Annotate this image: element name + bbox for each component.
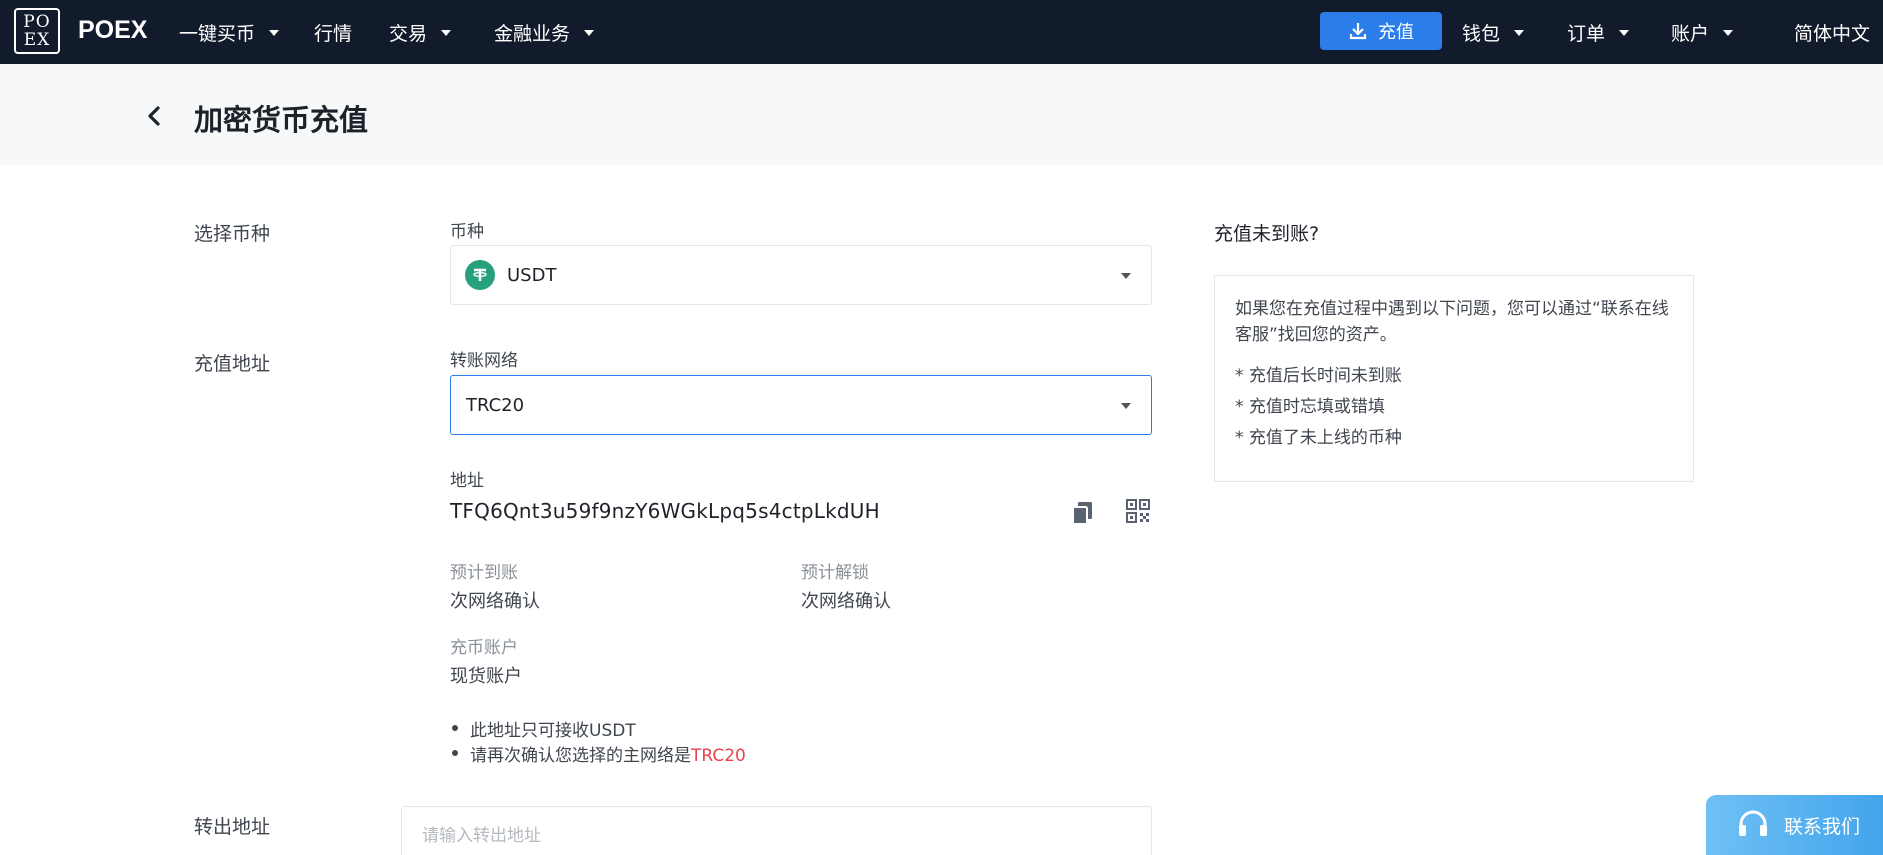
chevron-down-icon xyxy=(269,29,280,36)
deposit-address-value: TFQ6Qnt3u59f9nzY6WGkLpq5s4ctpLkdUH xyxy=(450,499,880,523)
deposit-button[interactable]: 充值 xyxy=(1320,12,1442,50)
chevron-down-icon xyxy=(1121,403,1131,409)
copy-icon[interactable] xyxy=(1071,500,1095,526)
nav-orders-label: 订单 xyxy=(1567,23,1606,45)
logo[interactable]: PO EX xyxy=(14,8,60,54)
note-item: 请再次确认您选择的主网络是TRC20 xyxy=(450,741,746,766)
download-icon xyxy=(1349,23,1367,40)
note-network-highlight: TRC20 xyxy=(691,746,746,766)
network-select-value: TRC20 xyxy=(466,394,525,416)
deposit-address-section-label: 充值地址 xyxy=(194,353,271,375)
chevron-down-icon xyxy=(1723,29,1734,36)
contact-us-button[interactable]: 联系我们 xyxy=(1706,795,1883,855)
nav-account[interactable]: 账户 xyxy=(1671,19,1734,46)
deposit-notes: 此地址只可接收USDT 请再次确认您选择的主网络是TRC20 xyxy=(450,716,746,766)
qr-code-icon[interactable] xyxy=(1126,499,1150,523)
chevron-down-icon xyxy=(441,29,452,36)
withdraw-address-input[interactable] xyxy=(401,806,1152,855)
chevron-down-icon xyxy=(1121,273,1131,279)
deposit-button-label: 充值 xyxy=(1378,22,1414,43)
network-field-label: 转账网络 xyxy=(450,351,518,371)
tether-icon xyxy=(465,260,495,290)
page-title: 加密货币充值 xyxy=(194,103,369,137)
help-description: 如果您在充值过程中遇到以下问题，您可以通过“联系在线客服”找回您的资产。 xyxy=(1235,299,1669,345)
nav-markets-label: 行情 xyxy=(314,23,353,45)
coin-field-label: 币种 xyxy=(450,222,484,242)
help-title: 充值未到账? xyxy=(1214,223,1320,245)
help-panel: 如果您在充值过程中遇到以下问题，您可以通过“联系在线客服”找回您的资产。 * 充… xyxy=(1214,275,1694,482)
note-item: 此地址只可接收USDT xyxy=(450,716,746,741)
logo-line1: PO xyxy=(23,12,51,32)
nav-orders[interactable]: 订单 xyxy=(1567,19,1630,46)
nav-account-label: 账户 xyxy=(1671,23,1710,45)
nav-quick-buy[interactable]: 一键买币 xyxy=(179,19,280,46)
nav-finance[interactable]: 金融业务 xyxy=(494,19,595,46)
nav-wallet[interactable]: 钱包 xyxy=(1462,19,1525,46)
nav-trade-label: 交易 xyxy=(389,23,428,45)
note-text: 此地址只可接收USDT xyxy=(470,721,636,741)
network-select[interactable]: TRC20 xyxy=(450,375,1152,435)
language-selector[interactable]: 简体中文 xyxy=(1794,19,1870,46)
expected-unlock-value: 次网络确认 xyxy=(801,591,891,612)
help-item: * 充值时忘填或错填 xyxy=(1235,397,1385,417)
nav-quick-buy-label: 一键买币 xyxy=(179,23,256,45)
coin-select-value: USDT xyxy=(507,264,557,286)
select-coin-section-label: 选择币种 xyxy=(194,223,271,245)
back-arrow-icon[interactable] xyxy=(146,105,162,127)
help-item: * 充值了未上线的币种 xyxy=(1235,428,1402,448)
logo-line2: EX xyxy=(23,30,51,50)
help-item: * 充值后长时间未到账 xyxy=(1235,366,1402,386)
nav-wallet-label: 钱包 xyxy=(1462,23,1501,45)
withdraw-address-section-label: 转出地址 xyxy=(194,816,271,838)
nav-trade[interactable]: 交易 xyxy=(389,19,452,46)
nav-markets[interactable]: 行情 xyxy=(314,19,352,46)
chevron-down-icon xyxy=(1619,29,1630,36)
contact-us-label: 联系我们 xyxy=(1784,815,1861,838)
brand-name[interactable]: POEX xyxy=(78,16,147,45)
address-field-label: 地址 xyxy=(450,471,484,491)
expected-arrival-value: 次网络确认 xyxy=(450,591,540,612)
coin-select[interactable]: USDT xyxy=(450,245,1152,305)
deposit-account-value: 现货账户 xyxy=(450,666,522,687)
expected-arrival-label: 预计到账 xyxy=(450,563,518,583)
chevron-down-icon xyxy=(584,29,595,36)
headset-icon xyxy=(1739,810,1767,836)
note-text: 请再次确认您选择的主网络是 xyxy=(470,746,691,766)
chevron-down-icon xyxy=(1514,29,1525,36)
top-navbar: PO EX POEX 一键买币 行情 交易 金融业务 充值 钱包 订单 账户 简… xyxy=(0,0,1883,64)
language-label: 简体中文 xyxy=(1794,23,1871,45)
nav-finance-label: 金融业务 xyxy=(494,23,571,45)
expected-unlock-label: 预计解锁 xyxy=(801,563,869,583)
deposit-account-label: 充币账户 xyxy=(450,638,518,658)
